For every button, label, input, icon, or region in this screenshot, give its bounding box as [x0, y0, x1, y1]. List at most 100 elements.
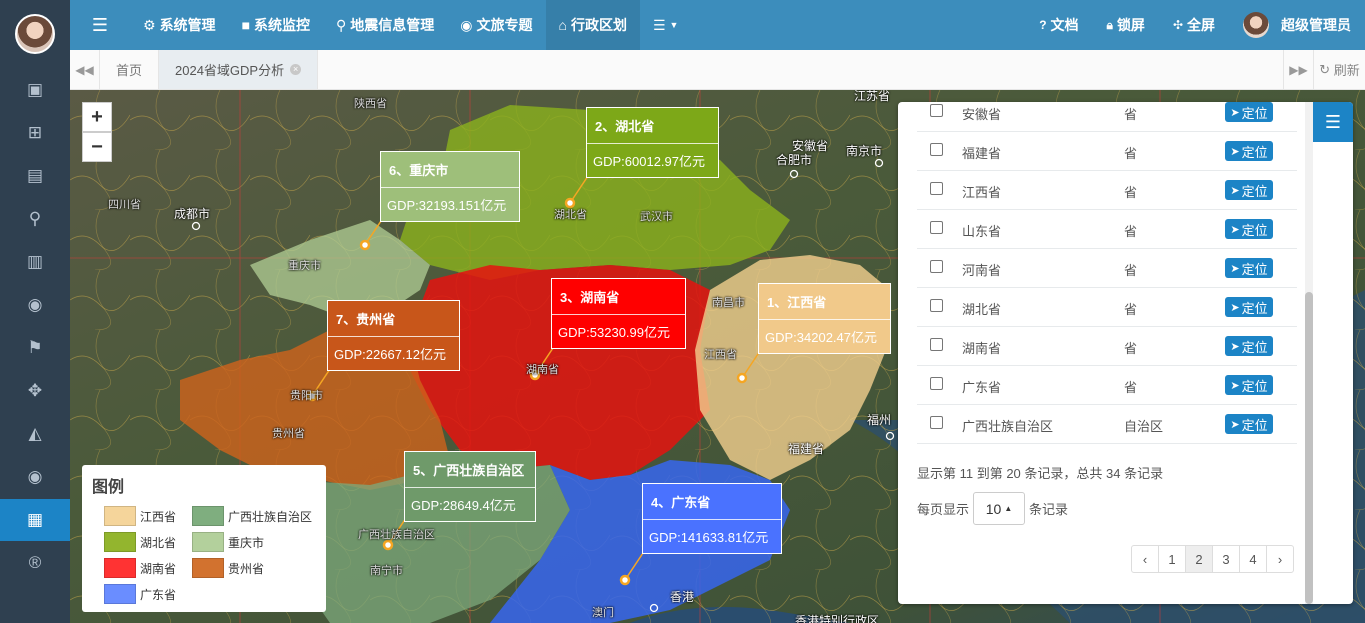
popup-title: 2、湖北省: [587, 108, 718, 144]
lock-icon: 🔒︎: [1106, 17, 1113, 32]
menu-toggle-icon[interactable]: ☰: [70, 0, 130, 50]
gdp-popup[interactable]: 5、广西壮族自治区 GDP:28649.4亿元: [404, 451, 536, 522]
popup-title: 1、江西省: [759, 284, 890, 320]
gdp-popup[interactable]: 7、贵州省 GDP:22667.12亿元: [327, 300, 460, 371]
list-icon: ☰: [1324, 111, 1342, 132]
avatar[interactable]: [15, 14, 55, 54]
tab-0[interactable]: 首页: [100, 50, 160, 89]
scrollbar-thumb[interactable]: [1305, 292, 1313, 604]
top-nav-item-4[interactable]: ⌂ 行政区划: [545, 0, 640, 50]
locate-button[interactable]: ➤ 定位: [1225, 375, 1273, 395]
zoom-out-button[interactable]: −: [82, 132, 112, 162]
row-checkbox[interactable]: [930, 182, 943, 195]
locate-button[interactable]: ➤ 定位: [1225, 219, 1273, 239]
gdp-popup[interactable]: 2、湖北省 GDP:60012.97亿元: [586, 107, 719, 178]
page-0[interactable]: ‹: [1131, 545, 1159, 573]
page-5[interactable]: ›: [1266, 545, 1294, 573]
row-checkbox[interactable]: [930, 416, 943, 429]
gdp-popup[interactable]: 1、江西省 GDP:34202.47亿元: [758, 283, 891, 354]
sidebar-nav-2[interactable]: ▤: [0, 155, 70, 197]
row-checkbox[interactable]: [930, 104, 943, 117]
sidebar-nav-0[interactable]: ▣: [0, 69, 70, 111]
table-row: 江西省 省 ➤ 定位: [917, 171, 1297, 210]
sidebar-nav-4[interactable]: ▥: [0, 241, 70, 283]
globe-icon: ◉: [460, 16, 473, 33]
row-checkbox[interactable]: [930, 338, 943, 351]
top-nav-item-3[interactable]: ◉ 文旅专题: [447, 0, 545, 50]
row-checkbox[interactable]: [930, 299, 943, 312]
table-row: 广西壮族自治区 自治区 ➤ 定位: [917, 405, 1297, 444]
location-arrow-icon: ➤: [1230, 223, 1240, 236]
flag-icon: ⚑: [27, 338, 43, 357]
sidebar-nav-10[interactable]: ▦: [0, 499, 70, 541]
tab-scroll-left-button[interactable]: ◀◀: [70, 50, 100, 89]
top-nav-item-0[interactable]: ⚙ 系统管理: [130, 0, 229, 50]
sidebar-nav-8[interactable]: ◭: [0, 413, 70, 455]
row-checkbox[interactable]: [930, 377, 943, 390]
panel-scrollbar[interactable]: [1305, 102, 1313, 604]
table-row: 湖南省 省 ➤ 定位: [917, 327, 1297, 366]
location-arrow-icon: ➤: [1230, 340, 1240, 353]
region-name: 山东省: [962, 224, 1002, 239]
sidebar-nav-3[interactable]: ⚲: [0, 198, 70, 240]
top-right-item-1[interactable]: 🔒︎ 锁屏: [1093, 0, 1159, 50]
page-2[interactable]: 2: [1185, 545, 1213, 573]
map-legend: 图例 江西省 广西壮族自治区 湖北省 重庆市 湖南省 贵州省 广东省: [82, 465, 326, 612]
close-icon[interactable]: ×: [290, 64, 302, 75]
row-checkbox[interactable]: [930, 221, 943, 234]
row-checkbox[interactable]: [930, 260, 943, 273]
caret-up-icon: ▲: [1004, 504, 1013, 513]
page-1[interactable]: 1: [1158, 545, 1186, 573]
gdp-popup[interactable]: 6、重庆市 GDP:32193.151亿元: [380, 151, 520, 222]
top-right-item-2[interactable]: ✣ 全屏: [1159, 0, 1229, 50]
locate-button[interactable]: ➤ 定位: [1225, 336, 1273, 356]
region-name: 江西省: [962, 185, 1002, 200]
locate-button[interactable]: ➤ 定位: [1225, 297, 1273, 317]
sidebar-nav-7[interactable]: ✥: [0, 370, 70, 412]
gdp-popup[interactable]: 3、湖南省 GDP:53230.99亿元: [551, 278, 686, 349]
top-nav-item-1[interactable]: ■ 系统监控: [229, 0, 323, 50]
more-menu-button[interactable]: ☰ ▼: [640, 0, 691, 50]
refresh-button[interactable]: ↻ 刷新: [1313, 50, 1365, 89]
tab-1[interactable]: 2024省域GDP分析 ×: [159, 50, 319, 89]
sidebar-nav-11[interactable]: ®: [0, 542, 70, 584]
region-name: 广东省: [962, 380, 1002, 395]
city-label: 贵阳市: [290, 390, 323, 402]
page-size-control: 每页显示 10 ▲ 条记录: [917, 492, 1068, 525]
globe-icon: ◉: [27, 467, 43, 486]
user-menu[interactable]: 超级管理员: [1229, 0, 1365, 50]
sidebar-nav-5[interactable]: ◉: [0, 284, 70, 326]
map-icon: ▤: [26, 166, 44, 185]
popup-title: 4、广东省: [643, 484, 781, 520]
city-label: 南京市: [846, 144, 883, 158]
gdp-popup[interactable]: 4、广东省 GDP:141633.81亿元: [642, 483, 782, 554]
top-right-item-0[interactable]: ? 文档: [1025, 0, 1092, 50]
tab-scroll-right-button[interactable]: ▶▶: [1283, 50, 1313, 89]
top-navbar: ☰ ⚙ 系统管理 ■ 系统监控 ⚲ 地震信息管理 ◉ 文旅专题 ⌂ 行政区划 ☰ ▼ ? 文档 🔒︎ 锁…: [70, 0, 1365, 50]
user-name: 超级管理员: [1281, 17, 1351, 33]
locate-button[interactable]: ➤ 定位: [1225, 141, 1273, 161]
map-view[interactable]: 陕西省 四川省 成都市 安徽省 合肥市 南京市 湖北省 武汉市 重庆市 南昌市 江西省 湖南省 贵阳市贵…: [70, 90, 1365, 623]
legend-swatch: [192, 532, 224, 552]
locate-button[interactable]: ➤ 定位: [1225, 414, 1273, 434]
panel-toggle-button[interactable]: ☰: [1313, 102, 1353, 142]
sidebar-nav-9[interactable]: ◉: [0, 456, 70, 498]
page-3[interactable]: 3: [1212, 545, 1240, 573]
legend-swatch: [192, 506, 224, 526]
locate-button[interactable]: ➤ 定位: [1225, 258, 1273, 278]
top-nav-item-2[interactable]: ⚲ 地震信息管理: [323, 0, 447, 50]
location-arrow-icon: ➤: [1230, 145, 1240, 158]
sidebar-nav-1[interactable]: ⊞: [0, 112, 70, 154]
page-4[interactable]: 4: [1239, 545, 1267, 573]
zoom-in-button[interactable]: +: [82, 102, 112, 132]
table-row: 湖北省 省 ➤ 定位: [917, 288, 1297, 327]
region-level: 省: [1124, 380, 1138, 395]
locate-button[interactable]: ➤ 定位: [1225, 180, 1273, 200]
locate-button[interactable]: ➤ 定位: [1225, 102, 1273, 122]
sidebar-nav-6[interactable]: ⚑: [0, 327, 70, 369]
city-label: 澳门: [592, 607, 614, 619]
row-checkbox[interactable]: [930, 143, 943, 156]
page-size-select[interactable]: 10 ▲: [973, 492, 1026, 525]
city-label: 广西壮族自治区: [358, 529, 435, 541]
top-nav-label: 行政区划: [570, 17, 627, 33]
